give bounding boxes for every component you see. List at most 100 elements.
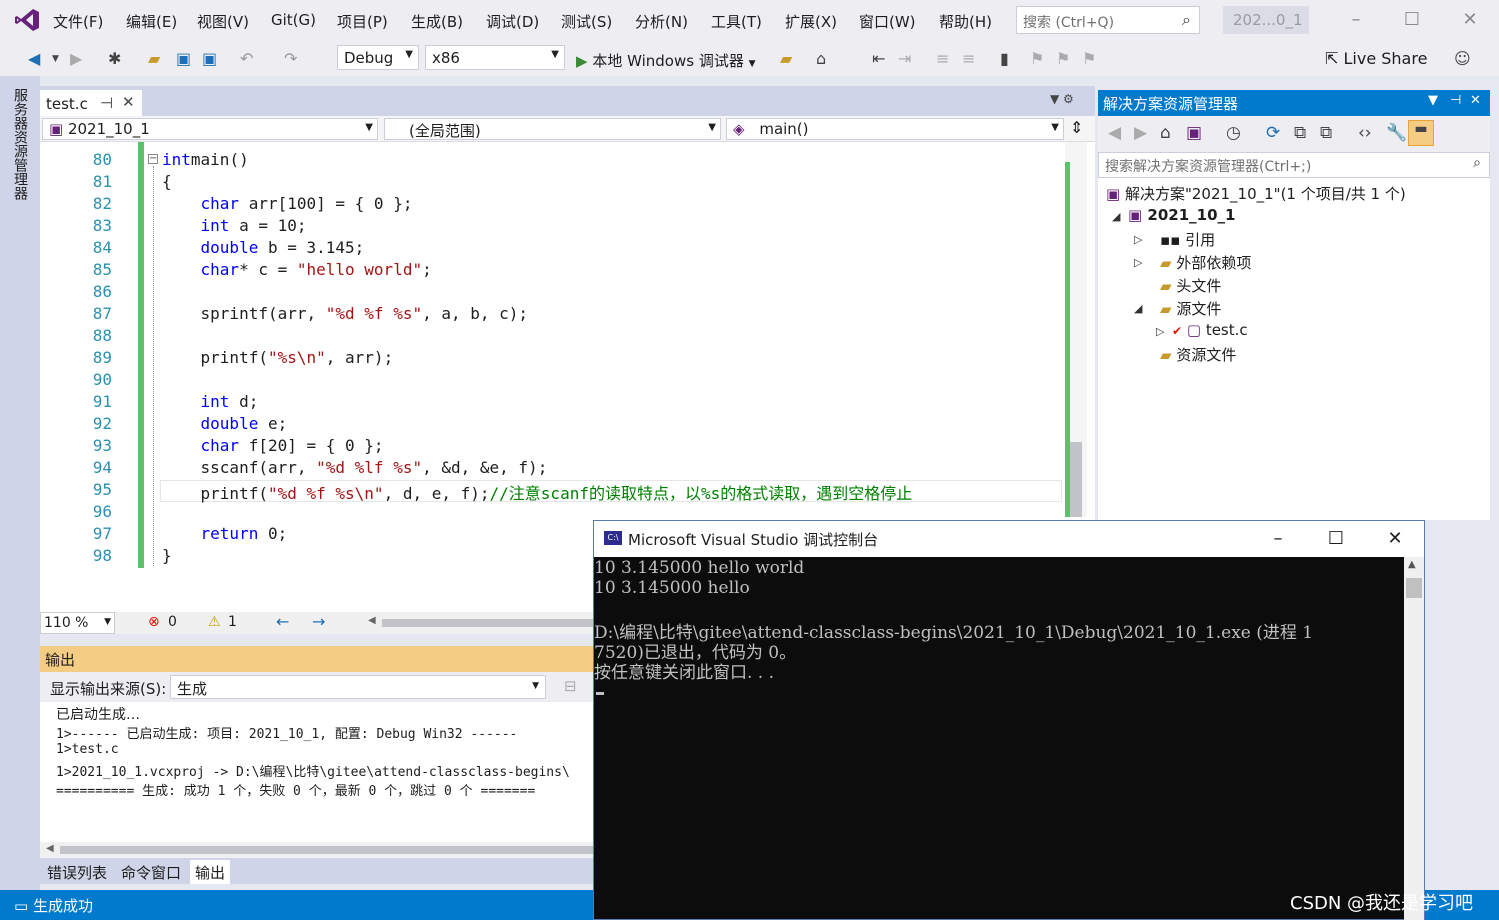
pending-changes-icon[interactable]: ◷ (1226, 123, 1241, 143)
menu-item[interactable]: 帮助(H) (939, 11, 992, 32)
console-scrollbar[interactable]: ▲ (1404, 557, 1424, 920)
output-horizontal-scrollbar[interactable]: ◀ (40, 842, 595, 858)
console-output[interactable]: 10 3.145000 hello world 10 3.145000 hello… (594, 557, 1404, 920)
find-in-files-icon[interactable]: ▰ (780, 49, 792, 68)
back-icon[interactable]: ◀ (1108, 123, 1121, 143)
tree-item-solution[interactable]: ▣ 解决方案"2021_10_1"(1 个项目/共 1 个) (1106, 183, 1406, 204)
platform-select[interactable]: x86 ▼ (425, 45, 565, 70)
menu-item[interactable]: 分析(N) (635, 11, 688, 32)
menu-item[interactable]: 编辑(E) (126, 11, 177, 32)
comment-icon[interactable]: ≡ (936, 49, 949, 68)
preview-icon[interactable]: ▬ (1408, 120, 1434, 146)
redo-icon[interactable]: ↷ (284, 49, 297, 68)
maximize-icon[interactable]: ☐ (1400, 9, 1424, 30)
tree-item-source-files[interactable]: ▰ 源文件 (1160, 298, 1221, 319)
scroll-up-icon[interactable]: ▲ (1408, 559, 1416, 570)
collapsed-icon[interactable]: ▷ (1134, 233, 1142, 246)
dropdown-icon[interactable]: ▼ (1428, 93, 1438, 108)
solution-search-input[interactable]: 搜索解决方案资源管理器(Ctrl+;) ⌕ (1098, 152, 1490, 178)
tab-command-window[interactable]: 命令窗口 (116, 860, 186, 884)
step-over-icon[interactable]: ⇥ (898, 49, 911, 68)
next-bookmark-icon[interactable]: ⚑ (1056, 49, 1070, 68)
collapse-all-icon[interactable]: ⧉ (1294, 123, 1306, 143)
console-minimize-icon[interactable]: – (1266, 528, 1290, 549)
close-icon[interactable]: ✕ (1458, 9, 1482, 30)
previous-issue-icon[interactable]: ← (276, 612, 289, 631)
bookmark-icon[interactable]: ▮ (1000, 49, 1009, 68)
close-tab-icon[interactable]: ✕ (122, 93, 135, 111)
expanded-icon[interactable]: ◢ (1112, 210, 1120, 223)
uncomment-icon[interactable]: ≡ (962, 49, 975, 68)
collapsed-icon[interactable]: ▷ (1134, 256, 1142, 269)
live-share-button[interactable]: ⇱ Live Share (1325, 49, 1427, 68)
error-icon[interactable]: ⊗ (148, 614, 160, 630)
menu-item[interactable]: 视图(V) (197, 11, 249, 32)
menu-item[interactable]: 工具(T) (711, 11, 762, 32)
tree-item-test-c[interactable]: ✔ ▢ test.c (1172, 321, 1248, 339)
home-icon[interactable]: ⌂ (1160, 123, 1171, 143)
menu-item[interactable]: 扩展(X) (785, 11, 837, 32)
prev-bookmark-icon[interactable]: ⚑ (1030, 49, 1044, 68)
scroll-left-icon[interactable]: ◀ (368, 615, 376, 626)
pin-icon[interactable]: ⊣ (1450, 93, 1461, 108)
split-editor-icon[interactable]: ⇕ (1070, 118, 1083, 137)
close-icon[interactable]: ✕ (1470, 93, 1481, 108)
pin-icon[interactable]: ⊣ (100, 94, 113, 112)
menu-item[interactable]: 测试(S) (561, 11, 612, 32)
feedback-icon[interactable]: ☺ (1454, 49, 1471, 68)
horizontal-scrollbar[interactable] (382, 619, 595, 627)
tree-item-external-deps[interactable]: ▰ 外部依赖项 (1160, 252, 1251, 273)
open-folder-icon[interactable]: ▰ (148, 49, 160, 68)
forward-icon[interactable]: ▶ (70, 49, 82, 68)
switch-views-icon[interactable]: ▣ (1186, 123, 1202, 143)
global-scope-dropdown[interactable]: (全局范围) ▼ (384, 118, 721, 140)
new-project-icon[interactable]: ✱ (108, 49, 121, 68)
start-debugging-button[interactable]: ▶ 本地 Windows 调试器 ▼ (576, 50, 756, 71)
configuration-select[interactable]: Debug ▼ (337, 45, 419, 70)
output-text[interactable]: 已启动生成… 1>------ 已启动生成: 项目: 2021_10_1, 配置:… (40, 702, 595, 842)
tree-item-references[interactable]: ▪▪ 引用 (1160, 229, 1215, 250)
save-all-icon[interactable]: ▣ (202, 49, 217, 68)
back-icon[interactable]: ◀ (28, 49, 40, 68)
console-close-icon[interactable]: ✕ (1383, 528, 1407, 549)
project-scope-dropdown[interactable]: ▣ 2021_10_1 ▼ (42, 118, 378, 140)
menu-item[interactable]: 生成(B) (411, 11, 463, 32)
server-explorer-tab[interactable]: 服务器资源管理器 (12, 88, 30, 200)
menu-item[interactable]: Git(G) (271, 11, 316, 29)
project-badge[interactable]: 202...0_1 (1223, 6, 1309, 34)
scroll-thumb[interactable] (60, 846, 595, 854)
tree-item-header-files[interactable]: ▰ 头文件 (1160, 275, 1221, 296)
scroll-left-icon[interactable]: ◀ (46, 843, 54, 854)
undo-icon[interactable]: ↶ (240, 49, 253, 68)
code-view-icon[interactable]: ‹› (1358, 123, 1372, 143)
collapsed-icon[interactable]: ▷ (1156, 325, 1164, 338)
menu-item[interactable]: 窗口(W) (859, 11, 916, 32)
console-scroll-thumb[interactable] (1406, 578, 1422, 598)
tree-item-project[interactable]: ▣ 2021_10_1 (1128, 206, 1235, 224)
sync-icon[interactable]: ⟳ (1266, 123, 1280, 143)
back-dropdown-icon[interactable]: ▼ (52, 54, 59, 64)
tree-item-resource-files[interactable]: ▰ 资源文件 (1160, 344, 1236, 365)
menu-item[interactable]: 项目(P) (337, 11, 388, 32)
output-source-select[interactable]: 生成 ▼ (170, 675, 546, 699)
window-icon[interactable]: ⌂ (816, 49, 826, 68)
clear-bookmarks-icon[interactable]: ⚑ (1082, 49, 1096, 68)
tab-overflow-icon[interactable]: ▼ ⚙ (1050, 92, 1074, 106)
expanded-icon[interactable]: ◢ (1134, 302, 1142, 315)
warning-icon[interactable]: ⚠ (208, 614, 221, 630)
properties-icon[interactable]: 🔧 (1386, 123, 1407, 143)
scroll-thumb[interactable] (1070, 442, 1082, 517)
tab-test-c[interactable]: test.c ⊣ ✕ (40, 90, 142, 116)
collapse-icon[interactable]: − (148, 154, 158, 164)
console-maximize-icon[interactable]: ☐ (1324, 528, 1348, 549)
step-icon[interactable]: ⇤ (872, 49, 885, 68)
menu-item[interactable]: 调试(D) (486, 11, 539, 32)
save-icon[interactable]: ▣ (176, 49, 191, 68)
forward-icon[interactable]: ▶ (1134, 123, 1147, 143)
function-dropdown[interactable]: ◈ main() ▼ (726, 118, 1064, 140)
tab-error-list[interactable]: 错误列表 (42, 860, 112, 884)
menu-item[interactable]: 文件(F) (53, 11, 103, 32)
show-all-files-icon[interactable]: ⧉ (1320, 123, 1332, 143)
minimize-icon[interactable]: – (1344, 9, 1368, 30)
search-input[interactable]: 搜索 (Ctrl+Q) ⌕ (1016, 6, 1200, 34)
